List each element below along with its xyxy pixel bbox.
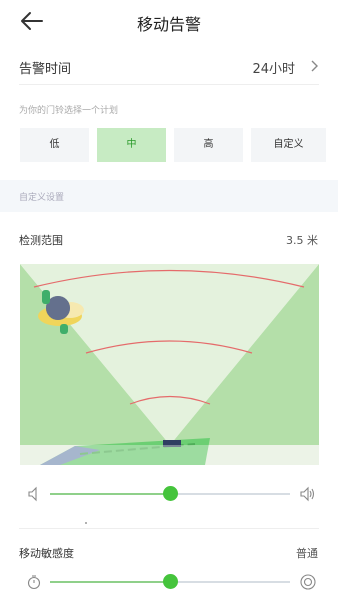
section-divider: [19, 528, 319, 529]
chevron-right-icon: [311, 60, 318, 72]
plan-selector: 低 中 高 自定义: [20, 128, 326, 162]
header-bar: 移动告警: [0, 0, 338, 44]
sensitivity-slider-thumb[interactable]: [162, 574, 178, 589]
volume-low-icon: [28, 486, 37, 502]
detection-range-label: 检测范围: [19, 234, 63, 247]
page-title: 移动告警: [136, 15, 201, 34]
sensitivity-slider-fill: [50, 581, 170, 583]
alarm-time-row[interactable]: 告警时间 24小时: [19, 52, 319, 85]
custom-settings-header: 自定义设置: [0, 180, 338, 212]
detection-slider-fill: [50, 493, 170, 495]
sensitivity-label: 移动敏感度: [19, 547, 74, 560]
plan-option-medium[interactable]: 中: [97, 128, 166, 162]
decorative-dot: [85, 522, 87, 524]
sensitivity-value: 普通: [296, 547, 318, 560]
custom-settings-title: 自定义设置: [19, 193, 65, 203]
detection-range-value: 3.5 米: [286, 234, 318, 247]
sensitivity-slider[interactable]: [20, 570, 320, 594]
detection-range-illustration: [20, 264, 319, 465]
fast-icon: [300, 574, 316, 590]
plan-hint: 为你的门铃选择一个计划: [19, 106, 119, 116]
detection-slider-thumb[interactable]: [162, 486, 178, 501]
volume-high-icon: [300, 486, 315, 502]
plan-option-custom[interactable]: 自定义: [251, 128, 326, 162]
plan-option-low[interactable]: 低: [20, 128, 89, 162]
plan-option-high[interactable]: 高: [174, 128, 243, 162]
alarm-time-value: 24小时: [252, 62, 295, 77]
alarm-time-label: 告警时间: [19, 62, 72, 77]
slow-icon: [27, 575, 41, 590]
detection-range-slider[interactable]: [20, 482, 320, 506]
